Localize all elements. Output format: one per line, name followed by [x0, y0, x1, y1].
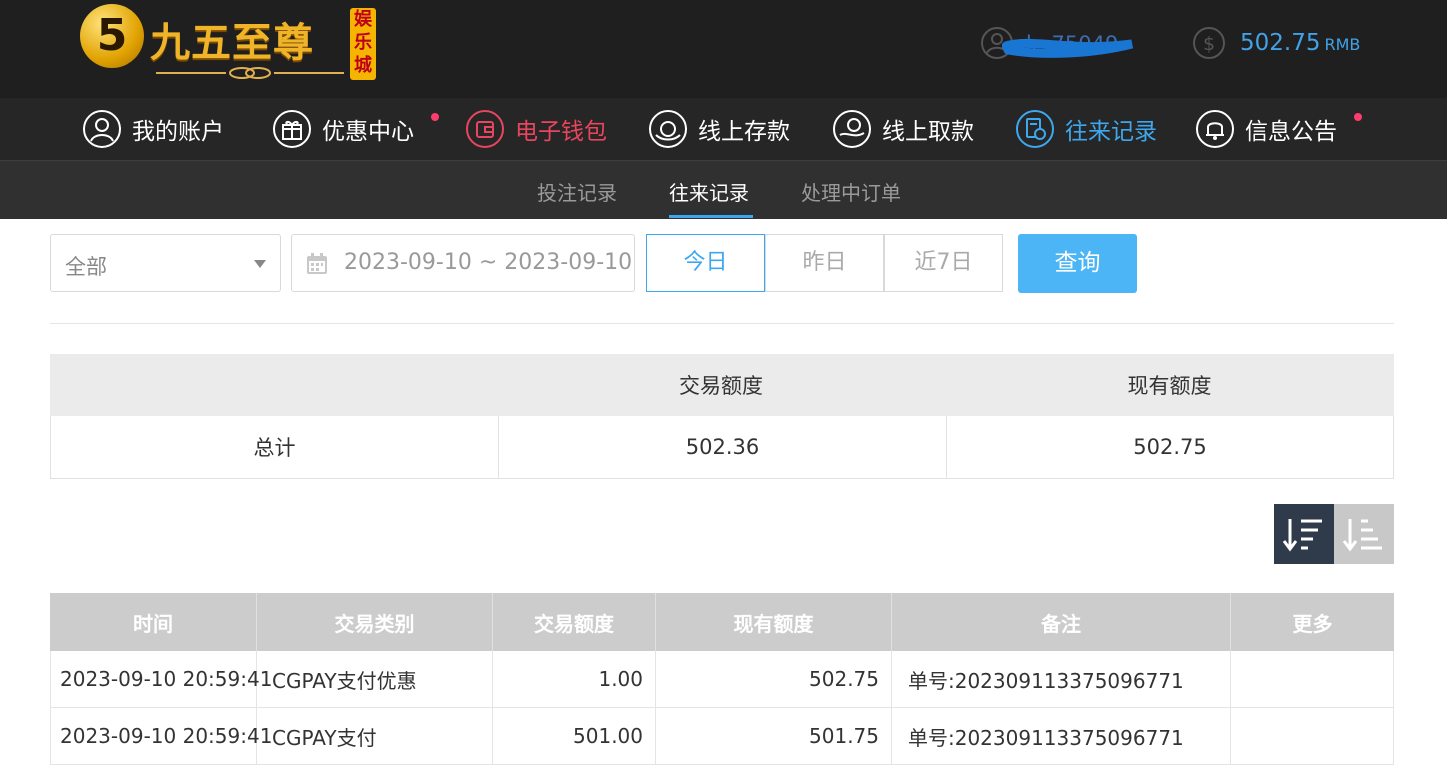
table-header: 时间 交易类别 交易额度 现有额度 备注 更多 [50, 593, 1394, 651]
col-header-type[interactable]: 交易类别 [257, 593, 493, 651]
sort-ascending-button[interactable] [1334, 504, 1394, 564]
cell-balance: 502.75 [656, 651, 892, 707]
gift-icon [273, 110, 311, 148]
summary-current-balance: 502.75 [946, 416, 1393, 478]
main-nav: 我的账户 优惠中心 电子钱包 线上存款 线上取款 往来记录 信息公告 [0, 98, 1447, 160]
sort-asc-icon [1342, 519, 1382, 552]
nav-records[interactable]: 往来记录 [1015, 98, 1157, 160]
balance-unit: RMB [1324, 35, 1361, 54]
today-button[interactable]: 今日 [646, 234, 765, 292]
nav-label: 线上取款 [882, 119, 974, 145]
wallet-icon [466, 110, 504, 148]
summary-total-row: 总计 502.36 502.75 [50, 416, 1394, 479]
cell-time: 2023-09-10 20:59:41 [51, 708, 272, 764]
logo-seal: 娱乐城 [350, 8, 376, 80]
top-header: 5 九五至尊 娱乐城 k··75049 $ 502.75 RMB [0, 0, 1447, 98]
nav-my-account[interactable]: 我的账户 [82, 98, 224, 160]
summary-header-cell: 交易额度 [679, 374, 763, 398]
user-account[interactable]: k··75049 [980, 26, 1140, 62]
svg-text:$: $ [1203, 33, 1215, 55]
nav-withdraw[interactable]: 线上取款 [832, 98, 974, 160]
col-header-amount[interactable]: 交易额度 [493, 593, 656, 651]
active-tab-underline [669, 215, 753, 218]
nav-deposit[interactable]: 线上存款 [648, 98, 790, 160]
logo-name: 九五至尊 [150, 20, 314, 66]
nav-label: 信息公告 [1245, 119, 1337, 145]
table-row[interactable]: 2023-09-10 20:59:41 CGPAY支付 501.00 501.7… [50, 708, 1394, 765]
col-header-time[interactable]: 时间 [50, 593, 257, 651]
cell-more[interactable] [1231, 651, 1393, 707]
promotions-badge [431, 113, 439, 121]
summary-transaction-amount: 502.36 [498, 416, 946, 478]
cell-remark: 单号:202309113375096771 [892, 708, 1231, 764]
tab-pending-orders[interactable]: 处理中订单 [801, 177, 901, 206]
table-row[interactable]: 2023-09-10 20:59:41 CGPAY支付优惠 1.00 502.7… [50, 651, 1394, 708]
summary-header-cell: 现有额度 [1127, 374, 1212, 398]
col-header-balance[interactable]: 现有额度 [656, 593, 892, 651]
deposit-icon [649, 110, 687, 148]
summary-table: 交易额度 现有额度 总计 502.36 502.75 [50, 354, 1394, 479]
date-range-input[interactable]: 2023-09-10 ~ 2023-09-10 [291, 234, 635, 292]
dollar-icon: $ [1193, 27, 1225, 59]
sub-nav: 投注记录 往来记录 处理中订单 [0, 160, 1447, 219]
calendar-icon [307, 253, 327, 274]
cell-more[interactable] [1231, 708, 1393, 764]
user-icon [83, 110, 121, 148]
type-select[interactable]: 全部 [50, 234, 281, 292]
summary-header-cell [50, 354, 497, 416]
cell-amount: 1.00 [493, 651, 656, 707]
date-range-value: 2023-09-10 ~ 2023-09-10 [344, 250, 633, 275]
cell-amount: 501.00 [493, 708, 656, 764]
nav-announcements[interactable]: 信息公告 [1195, 98, 1337, 160]
logo-ornament [156, 67, 344, 79]
nav-promotions[interactable]: 优惠中心 [272, 98, 414, 160]
site-logo[interactable]: 5 九五至尊 娱乐城 [78, 4, 378, 82]
tab-transaction-records[interactable]: 往来记录 [669, 177, 749, 206]
nav-label: 线上存款 [698, 119, 790, 145]
cell-type: CGPAY支付优惠 [257, 651, 493, 707]
nav-label: 电子钱包 [515, 119, 607, 145]
records-icon [1016, 110, 1054, 148]
logo-badge: 5 [80, 4, 144, 68]
caret-down-icon [254, 260, 266, 268]
announcements-badge [1354, 113, 1362, 121]
nav-e-wallet[interactable]: 电子钱包 [465, 98, 607, 160]
tab-bet-records[interactable]: 投注记录 [537, 177, 617, 206]
summary-header: 交易额度 现有额度 [50, 354, 1394, 416]
sort-descending-button[interactable] [1274, 504, 1334, 564]
yesterday-button[interactable]: 昨日 [765, 234, 884, 292]
redaction-scribble [1002, 38, 1134, 58]
col-header-remark[interactable]: 备注 [892, 593, 1231, 651]
balance-amount: 502.75 RMB [1240, 30, 1361, 56]
withdraw-icon [833, 110, 871, 148]
nav-label: 往来记录 [1065, 119, 1157, 145]
nav-label: 我的账户 [132, 119, 224, 145]
col-header-more[interactable]: 更多 [1231, 593, 1394, 651]
cell-balance: 501.75 [656, 708, 892, 764]
transaction-table: 时间 交易类别 交易额度 现有额度 备注 更多 2023-09-10 20:59… [50, 593, 1394, 765]
cell-time: 2023-09-10 20:59:41 [51, 651, 272, 707]
type-select-value: 全部 [65, 255, 107, 279]
filter-divider [50, 323, 1394, 324]
summary-total-label: 总计 [253, 436, 296, 460]
nav-label: 优惠中心 [322, 119, 414, 145]
cell-remark: 单号:202309113375096771 [892, 651, 1231, 707]
last-7-days-button[interactable]: 近7日 [884, 234, 1003, 292]
bell-icon [1196, 110, 1234, 148]
sort-desc-icon [1282, 519, 1322, 552]
cell-type: CGPAY支付 [257, 708, 493, 764]
search-button[interactable]: 查询 [1018, 234, 1137, 293]
